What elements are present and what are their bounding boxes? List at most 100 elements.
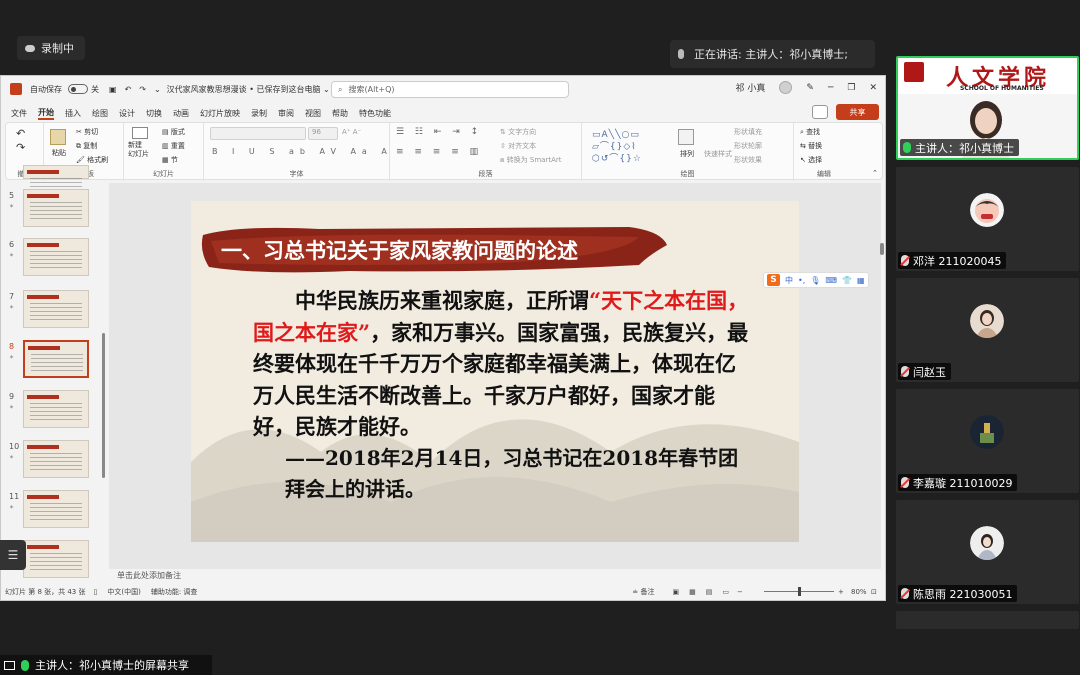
current-slide[interactable]: 一、习总书记关于家风家教问题的论述 中华民族历来重视家庭，正所谓“天下之本在国，… (191, 201, 799, 542)
tab-review[interactable]: 审阅 (278, 108, 294, 119)
restore-icon[interactable]: ❐ (847, 83, 855, 93)
slide-scrollbar[interactable] (879, 183, 885, 573)
slide-editor[interactable]: 一、习总书记关于家风家教问题的论述 中华民族历来重视家庭，正所谓“天下之本在国，… (109, 183, 881, 569)
section-button[interactable]: ▦ 节 (162, 155, 178, 165)
align-text-button[interactable]: ⇳ 对齐文本 (500, 141, 536, 151)
thumbnail[interactable] (23, 540, 89, 578)
font-style-buttons[interactable]: B I U S ab AV Aa A (212, 147, 393, 156)
tab-features[interactable]: 特色功能 (359, 108, 391, 119)
thumbnail-selected[interactable] (23, 340, 89, 378)
document-title[interactable]: 汉代家风家教思想漫谈 • 已保存到这台电脑 ⌄ (167, 84, 330, 95)
host-video-tile[interactable]: 人文学院 SCHOOL OF HUMANITIES 主讲人：祁小真博士 (896, 56, 1079, 160)
tab-animations[interactable]: 动画 (173, 108, 189, 119)
participant-tile[interactable]: 陈思雨 221030051 (896, 500, 1079, 604)
ime-mode[interactable]: 中 (785, 275, 793, 286)
participant-tile[interactable]: 邓洋 211020045 (896, 167, 1079, 271)
thumbnail-scrollbar[interactable] (102, 333, 105, 478)
thumbnail-row[interactable]: 11 ✶ (1, 490, 105, 532)
slide-title[interactable]: 一、习总书记关于家风家教问题的论述 (221, 235, 578, 265)
voice-icon[interactable]: 🎙 (810, 276, 820, 285)
tab-record[interactable]: 录制 (251, 108, 267, 119)
thumbnail[interactable] (23, 440, 89, 478)
zoom-in-icon[interactable]: + (838, 588, 844, 596)
undo-title-icon[interactable]: ↶ (125, 85, 132, 94)
close-icon[interactable]: ✕ (869, 83, 877, 93)
find-button[interactable]: ⌕ 查找 (800, 127, 820, 137)
thumbnail[interactable] (23, 490, 89, 528)
comments-button[interactable] (812, 105, 828, 119)
tab-transitions[interactable]: 切换 (146, 108, 162, 119)
collapse-ribbon-icon[interactable]: ⌃ (872, 169, 878, 177)
tab-slideshow[interactable]: 幻灯片放映 (200, 108, 240, 119)
paste-icon[interactable] (50, 129, 66, 145)
reading-view-icon[interactable]: ▤ (706, 588, 713, 596)
tab-file[interactable]: 文件 (11, 108, 27, 119)
slide-body-text[interactable]: 中华民族历来重视家庭，正所谓“天下之本在国，国之本在家”，家和万事兴。国家富强，… (253, 285, 751, 506)
user-name[interactable]: 祁 小真 (736, 81, 766, 94)
minimize-icon[interactable]: ─ (828, 83, 833, 93)
tab-insert[interactable]: 插入 (65, 108, 81, 119)
thumbnail-row[interactable]: 5 ✶ (1, 189, 105, 231)
notes-toggle[interactable]: ≐ 备注 (632, 587, 654, 597)
autosave-toggle[interactable] (68, 84, 88, 94)
grow-font-icon[interactable]: A⁺ A⁻ (342, 128, 361, 136)
participant-tile[interactable]: 李嘉璇 211010029 (896, 389, 1079, 493)
thumbnail-row[interactable]: 10 ✶ (1, 440, 105, 482)
ime-toolbar[interactable]: S 中 •, 🎙 ⌨ 👕 ▦ (763, 272, 869, 288)
font-size-box[interactable]: 96 (308, 127, 338, 140)
notes-pane[interactable]: 单击此处添加备注 (109, 569, 881, 583)
quick-styles-button[interactable]: 快速样式 (704, 149, 732, 159)
replace-button[interactable]: ⇆ 替换 (800, 141, 822, 151)
thumbnail[interactable] (23, 238, 89, 276)
copy-button[interactable]: ⧉ 复制 (76, 141, 97, 151)
paste-button[interactable]: 粘贴 (52, 148, 66, 158)
thumbnail-row[interactable]: 7 ✶ (1, 290, 105, 332)
grid-icon[interactable]: ▦ (857, 276, 865, 285)
reset-button[interactable]: ▥ 重置 (162, 141, 185, 151)
slideshow-view-icon[interactable]: ▭ (722, 588, 729, 596)
thumbnail-row-selected[interactable]: 8 ✶ (1, 340, 105, 382)
align-buttons[interactable]: ≡ ≡ ≡ ≡ ▥ (396, 147, 482, 157)
select-button[interactable]: ↖ 选择 (800, 155, 822, 165)
keyboard-icon[interactable]: ⌨ (825, 276, 837, 285)
scroll-thumb[interactable] (880, 243, 884, 255)
tab-help[interactable]: 帮助 (332, 108, 348, 119)
recording-indicator[interactable]: 录制中 (17, 36, 85, 60)
shape-effects-button[interactable]: 形状效果 (734, 155, 762, 165)
tab-design[interactable]: 设计 (119, 108, 135, 119)
tab-draw[interactable]: 绘图 (92, 108, 108, 119)
language[interactable]: 中文(中国) (107, 587, 140, 597)
shape-outline-button[interactable]: 形状轮廓 (734, 141, 762, 151)
normal-view-icon[interactable]: ▣ (673, 588, 680, 596)
shape-fill-button[interactable]: 形状填充 (734, 127, 762, 137)
arrange-button[interactable]: 排列 (680, 149, 694, 159)
zoom-slider-knob[interactable] (798, 587, 801, 596)
toolbar-toggle-icon[interactable]: ☰ (0, 540, 26, 570)
thumbnail[interactable] (23, 189, 89, 227)
thumbnail-row[interactable]: 6 ✶ (1, 238, 105, 280)
list-buttons[interactable]: ☰ ☷ ⇤ ⇥ ↕ (396, 127, 482, 137)
share-button[interactable]: 共享 (836, 104, 879, 120)
tab-view[interactable]: 视图 (305, 108, 321, 119)
redo-title-icon[interactable]: ↷ (139, 85, 146, 94)
fit-slide-icon[interactable]: ⊡ (871, 588, 877, 596)
undo-button[interactable]: ↶ (16, 127, 25, 140)
skin-icon[interactable]: 👕 (842, 276, 852, 285)
arrange-icon[interactable] (678, 129, 694, 145)
shapes-gallery[interactable]: ▭A╲╲○▭ ▱⌒{}◇⌇ ⬡↺⌒{}☆ (592, 129, 674, 165)
smartart-button[interactable]: ⧈ 转换为 SmartArt (500, 155, 562, 165)
thumbnail-row[interactable]: 9 ✶ (1, 390, 105, 432)
tab-home[interactable]: 开始 (38, 107, 54, 120)
font-name-box[interactable] (210, 127, 306, 140)
redo-button[interactable]: ↷ (16, 141, 25, 154)
punctuation-icon[interactable]: •, (798, 276, 805, 285)
format-painter-button[interactable]: 🖌 格式刷 (76, 155, 108, 165)
search-box[interactable]: ⌕ 搜索(Alt+Q) (331, 81, 569, 98)
user-avatar[interactable] (779, 81, 793, 94)
cut-button[interactable]: ✂ 剪切 (76, 127, 98, 137)
layout-button[interactable]: ▤ 版式 (162, 127, 185, 137)
participant-tile-partial[interactable] (896, 611, 1079, 629)
thumbnail[interactable] (23, 290, 89, 328)
spellcheck-icon[interactable]: ▯ (94, 588, 98, 596)
thumbnail-partial[interactable] (23, 165, 89, 196)
